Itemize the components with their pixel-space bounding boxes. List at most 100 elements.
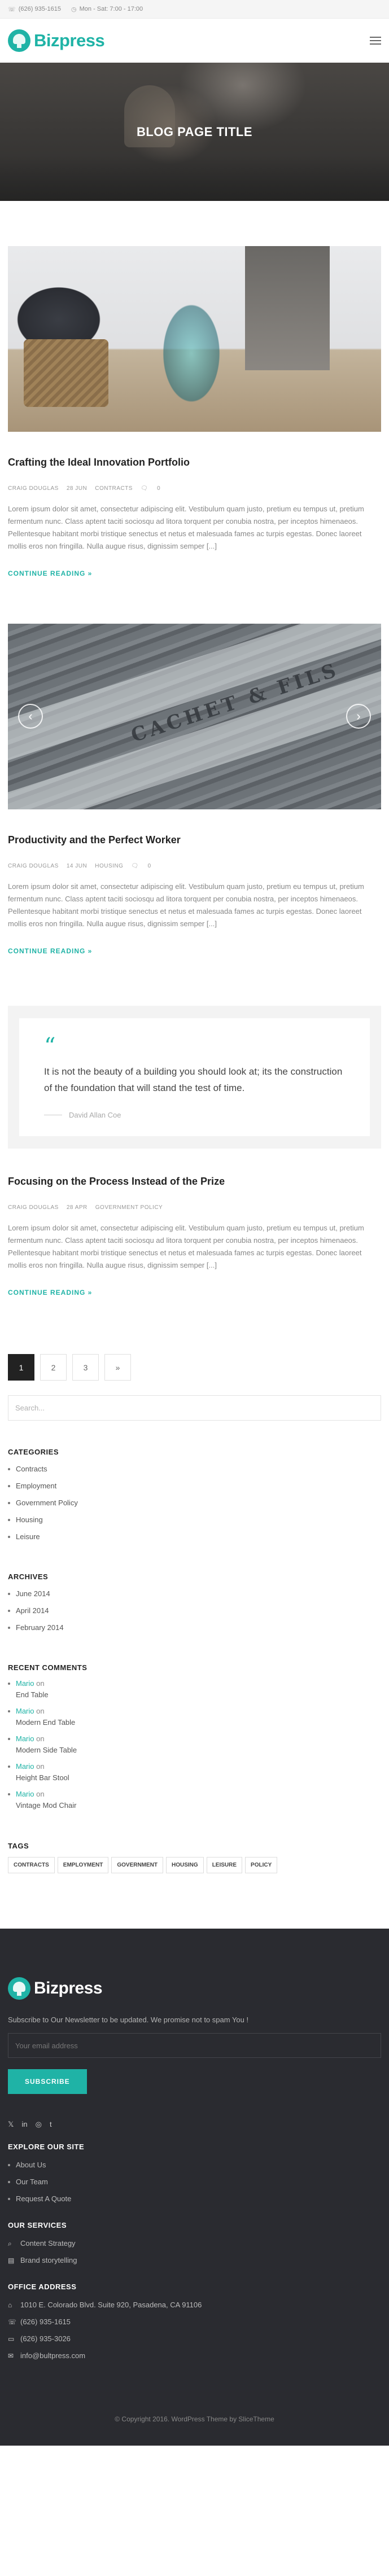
newsletter-text: Subscribe to Our Newsletter to be update… [8,2016,249,2024]
chevron-right-icon: › [356,709,361,723]
twitter-icon[interactable]: 𝕏 [8,2120,14,2129]
location-icon: ⌂ [8,2301,12,2309]
post-excerpt: Lorem ipsum dolor sit amet, consectetur … [8,1224,364,1269]
category-link[interactable]: Employment [8,1478,381,1495]
footer-link[interactable]: Our Team [8,2174,381,2191]
copyright: © Copyright 2016. WordPress Theme by Sli… [115,2415,274,2423]
footer-link[interactable]: Request A Quote [8,2191,381,2207]
post-image-slider[interactable]: CACHET & FILS ‹ › [8,624,381,809]
logo-text: Bizpress [34,30,105,50]
topbar-phone[interactable]: ☏ (626) 935-1615 [8,6,61,13]
logo[interactable]: Bizpress [8,29,105,52]
recent-comment: Mario on Vintage Mod Chair [8,1787,381,1815]
comment-post-link[interactable]: Modern Side Table [16,1745,381,1756]
page-title: BLOG PAGE TITLE [136,124,253,139]
comment-post-link[interactable]: Modern End Table [16,1717,381,1728]
tumblr-icon[interactable]: t [50,2120,52,2129]
post-date: 28 APR [66,1204,88,1211]
comment-author-link[interactable]: Mario [16,1707,34,1715]
footer-logo[interactable]: Bizpress [8,1977,381,2000]
archive-link[interactable]: April 2014 [8,1602,381,1619]
post-author[interactable]: CRAIG DOUGLAS [8,1204,59,1211]
archive-link[interactable]: February 2014 [8,1619,381,1636]
linkedin-icon[interactable]: in [21,2120,27,2129]
quote-box: “ It is not the beauty of a building you… [19,1018,370,1136]
archive-link[interactable]: June 2014 [8,1585,381,1602]
office-phone[interactable]: ☏ (626) 935-1615 [8,2314,381,2330]
category-link[interactable]: Housing [8,1512,381,1528]
search-input[interactable] [15,1404,374,1412]
office-address: ⌂ 1010 E. Colorado Blvd. Suite 920, Pasad… [8,2297,381,2314]
post-title[interactable]: Focusing on the Process Instead of the P… [8,1176,381,1188]
site-header: Bizpress [0,19,389,63]
post-category[interactable]: GOVERNMENT POLICY [95,1204,163,1211]
post-author[interactable]: CRAIG DOUGLAS [8,485,59,492]
newsletter-email-box [8,2033,381,2058]
subscribe-button[interactable]: SUBSCRIBE [8,2069,87,2094]
comment-icon: 🗨 [131,863,139,869]
recent-comment: Mario on Modern End Table [8,1704,381,1732]
comment-author-link[interactable]: Mario [16,1790,34,1798]
mail-icon: ✉ [8,2352,14,2360]
continue-reading-link[interactable]: CONTINUE READING » [8,1289,92,1296]
comment-author-link[interactable]: Mario [16,1734,34,1743]
next-page-button[interactable]: » [104,1354,131,1381]
main-content: Crafting the Ideal Innovation Portfolio … [0,201,389,1873]
instagram-icon[interactable]: ◎ [36,2120,42,2129]
office-list: ⌂ 1010 E. Colorado Blvd. Suite 920, Pasad… [8,2297,381,2364]
category-link[interactable]: Contracts [8,1461,381,1478]
page-3-button[interactable]: 3 [72,1354,99,1381]
menu-icon[interactable] [370,37,381,45]
slider-prev-button[interactable]: ‹ [18,704,43,729]
post-category[interactable]: HOUSING [95,863,123,869]
service-item[interactable]: ⌕ Content Strategy [8,2235,381,2252]
tag-link[interactable]: EMPLOYMENT [57,1857,109,1873]
logo-icon [8,29,30,52]
category-link[interactable]: Leisure [8,1528,381,1545]
post-date: 28 JUN [66,485,88,492]
fax-icon: ▭ [8,2335,15,2343]
post-title[interactable]: Crafting the Ideal Innovation Portfolio [8,457,381,468]
page-1-button[interactable]: 1 [8,1354,34,1381]
service-item[interactable]: ▤ Brand storytelling [8,2252,381,2269]
blog-post: CACHET & FILS ‹ › Productivity and the P… [8,579,381,956]
page-2-button[interactable]: 2 [40,1354,67,1381]
comment-on-text: on [36,1734,45,1743]
tag-link[interactable]: LEISURE [206,1857,243,1873]
post-meta: CRAIG DOUGLAS 14 JUN HOUSING 🗨 0 [8,863,381,869]
comment-post-link[interactable]: End Table [16,1689,381,1701]
explore-list: About Us Our Team Request A Quote [8,2157,381,2207]
continue-reading-link[interactable]: CONTINUE READING » [8,947,92,955]
post-title[interactable]: Productivity and the Perfect Worker [8,834,381,846]
tag-link[interactable]: GOVERNMENT [111,1857,164,1873]
office-phone-text: (626) 935-1615 [20,2317,71,2326]
page-hero: BLOG PAGE TITLE [0,63,389,201]
comment-post-link[interactable]: Height Bar Stool [16,1772,381,1784]
post-category[interactable]: CONTRACTS [95,485,133,492]
comment-author-link[interactable]: Mario [16,1679,34,1688]
office-email[interactable]: ✉ info@bultpress.com [8,2347,381,2364]
post-comments-count[interactable]: 0 [148,863,151,869]
footer-link[interactable]: About Us [8,2157,381,2174]
search-icon: ⌕ [8,2240,12,2248]
tag-link[interactable]: CONTRACTS [8,1857,55,1873]
continue-reading-link[interactable]: CONTINUE READING » [8,569,92,577]
topbar-phone-text: (626) 935-1615 [18,6,61,12]
recent-comment: Mario on Height Bar Stool [8,1759,381,1787]
tag-link[interactable]: HOUSING [166,1857,204,1873]
post-author[interactable]: CRAIG DOUGLAS [8,863,59,869]
office-address-text: 1010 E. Colorado Blvd. Suite 920, Pasade… [20,2301,202,2309]
slider-next-button[interactable]: › [346,704,371,729]
category-link[interactable]: Government Policy [8,1495,381,1512]
comment-post-link[interactable]: Vintage Mod Chair [16,1800,381,1811]
topbar-hours-text: Mon - Sat: 7:00 - 17:00 [79,6,143,12]
comment-author-link[interactable]: Mario [16,1762,34,1771]
tag-link[interactable]: POLICY [245,1857,278,1873]
post-image[interactable] [8,246,381,432]
phone-icon: ☏ [8,2318,17,2326]
comment-on-text: on [36,1679,45,1688]
email-field[interactable] [15,2041,374,2050]
post-comments-count[interactable]: 0 [157,485,160,492]
explore-title: EXPLORE OUR SITE [8,2143,85,2151]
chevron-left-icon: ‹ [28,709,33,723]
